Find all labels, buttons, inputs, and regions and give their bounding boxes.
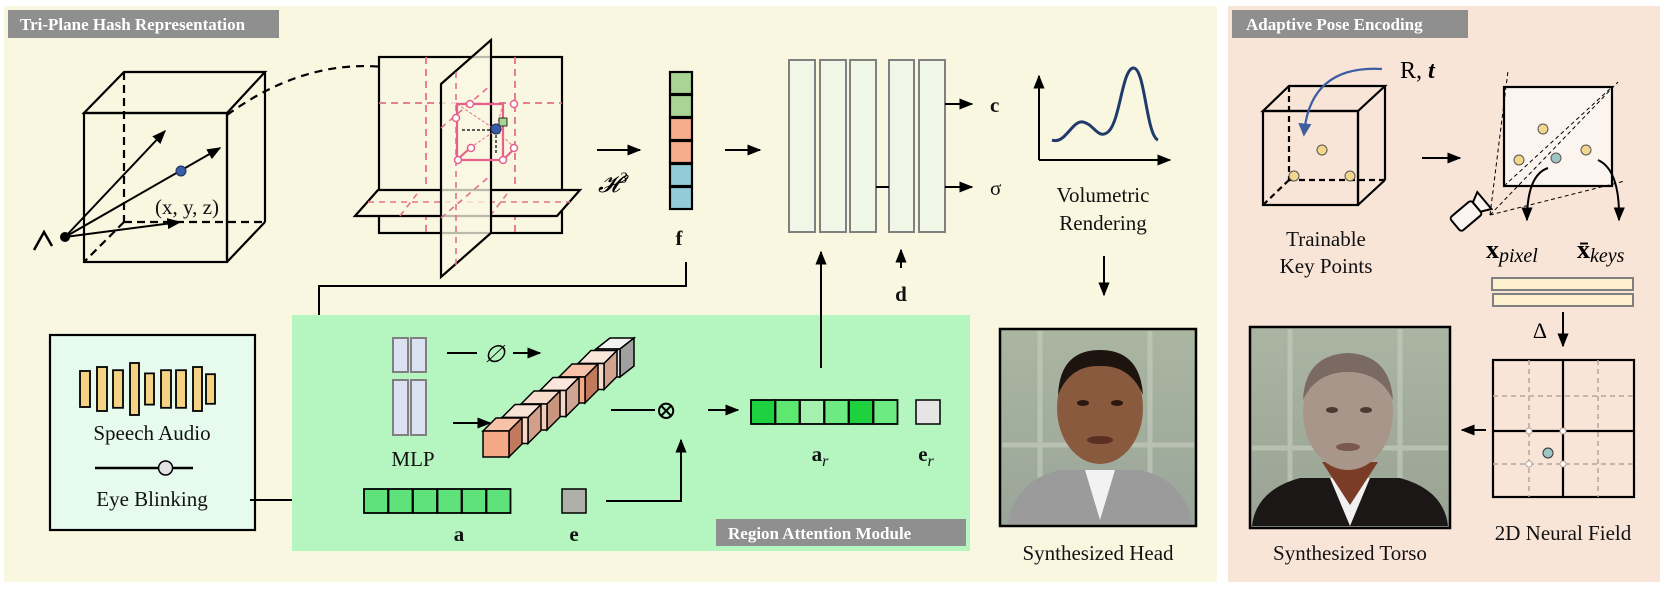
audio-feature-cell	[363, 488, 389, 514]
sigmoid-icon: ∅	[484, 342, 506, 368]
pose-rt-label: R, t	[1400, 58, 1436, 84]
synth-head-label: Synthesized Head	[1022, 541, 1174, 565]
feature-cell	[668, 116, 694, 142]
audio-feature-vector	[363, 488, 512, 514]
speech-audio-label: Speech Audio	[93, 421, 210, 445]
audio-bar	[175, 369, 187, 409]
sample-point	[175, 165, 187, 177]
audio-feature-cell	[387, 488, 414, 514]
synth-torso-label: Synthesized Torso	[1273, 541, 1427, 565]
feature-cell	[668, 185, 694, 211]
region-audio-cell	[799, 399, 825, 425]
synthesized-head-image	[998, 327, 1198, 528]
eye-blinking-label: Eye Blinking	[96, 487, 208, 511]
audio-bar	[112, 369, 124, 409]
feature-cell	[668, 70, 694, 96]
point-coords-label: (x, y, z)	[155, 195, 219, 219]
triplane-header: Tri-Plane Hash Representation	[20, 15, 246, 34]
audio-bar	[205, 373, 216, 405]
mlp-label: MLP	[391, 447, 434, 471]
eye-feature-label: e	[569, 522, 578, 546]
audio-feature-cell	[485, 488, 512, 514]
region-audio-cell	[872, 399, 899, 425]
audio-feature-cell	[461, 488, 487, 514]
multiply-icon: ⊗	[655, 396, 677, 425]
feature-vector	[668, 70, 694, 211]
neural-field-label: 2D Neural Field	[1495, 521, 1632, 545]
region-audio-cell	[750, 399, 776, 425]
region-audio-cell	[823, 399, 850, 425]
audio-bar	[160, 369, 172, 409]
ram-header: Region Attention Module	[728, 524, 912, 543]
audio-bar	[96, 366, 108, 412]
architecture-diagram: Tri-Plane Hash Representation (x, y, z)	[0, 0, 1664, 590]
audio-feature-cell	[412, 488, 438, 514]
color-label: c	[990, 93, 999, 117]
synthesized-torso-image	[1248, 325, 1452, 530]
density-label: σ	[990, 176, 1001, 200]
volumetric-label-2: Rendering	[1059, 211, 1147, 235]
camera-origin	[60, 232, 70, 242]
feature-cell	[668, 93, 694, 119]
region-audio-cell	[774, 399, 801, 425]
audio-bar	[144, 372, 155, 406]
feature-cell	[668, 139, 694, 165]
view-dir-label: d	[895, 282, 907, 306]
audio-bar	[192, 366, 203, 412]
attention-cube	[482, 430, 510, 458]
audio-feature-cell	[436, 488, 463, 514]
trainable-kp-label-1: Trainable	[1286, 227, 1366, 251]
volumetric-label-1: Volumetric	[1057, 183, 1150, 207]
feature-label: f	[676, 226, 684, 250]
audio-feature-label: a	[454, 522, 465, 546]
pose-header: Adaptive Pose Encoding	[1246, 15, 1423, 34]
region-eye-cell	[915, 399, 941, 425]
neural-field-grid-icon	[1491, 358, 1636, 499]
region-audio-cell	[848, 399, 874, 425]
eye-feature-cell	[561, 488, 587, 514]
density-color-mlp	[788, 59, 946, 233]
region-audio-vector	[750, 399, 899, 425]
feature-cell	[668, 162, 694, 188]
trainable-kp-label-2: Key Points	[1280, 254, 1373, 278]
audio-bar	[129, 362, 140, 416]
audio-bar	[79, 370, 91, 408]
delta-label: Δ	[1533, 318, 1547, 343]
